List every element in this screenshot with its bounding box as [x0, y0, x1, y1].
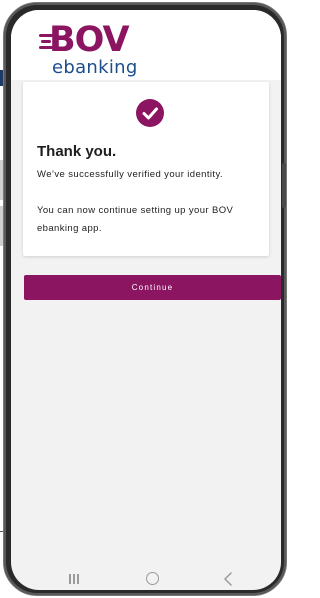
phone-side-button [282, 163, 286, 208]
phone-frame: BOV ebanking Thank you. We’ve successful… [3, 2, 287, 596]
bov-logo: BOV ebanking [39, 20, 144, 83]
phone-screen: BOV ebanking Thank you. We’ve successful… [11, 10, 281, 590]
back-icon[interactable] [223, 572, 233, 590]
home-icon[interactable] [146, 572, 159, 585]
card-title: Thank you. [37, 143, 117, 160]
page: BOV ebanking Thank you. We’ve successful… [0, 0, 290, 598]
continue-setup-message: You can now continue setting up your BOV… [37, 205, 234, 234]
continue-button[interactable]: Continue [24, 275, 281, 300]
logo-subtext: ebanking [52, 57, 138, 78]
verification-card: Thank you. We’ve successfully verified y… [23, 82, 269, 256]
app-header: BOV ebanking [11, 10, 281, 80]
recent-apps-icon[interactable] [69, 574, 81, 584]
check-circle-icon [136, 99, 164, 127]
system-navigation-bar [11, 568, 281, 590]
verification-message: We’ve successfully verified your identit… [37, 169, 223, 180]
logo-wordmark: BOV [49, 20, 130, 60]
